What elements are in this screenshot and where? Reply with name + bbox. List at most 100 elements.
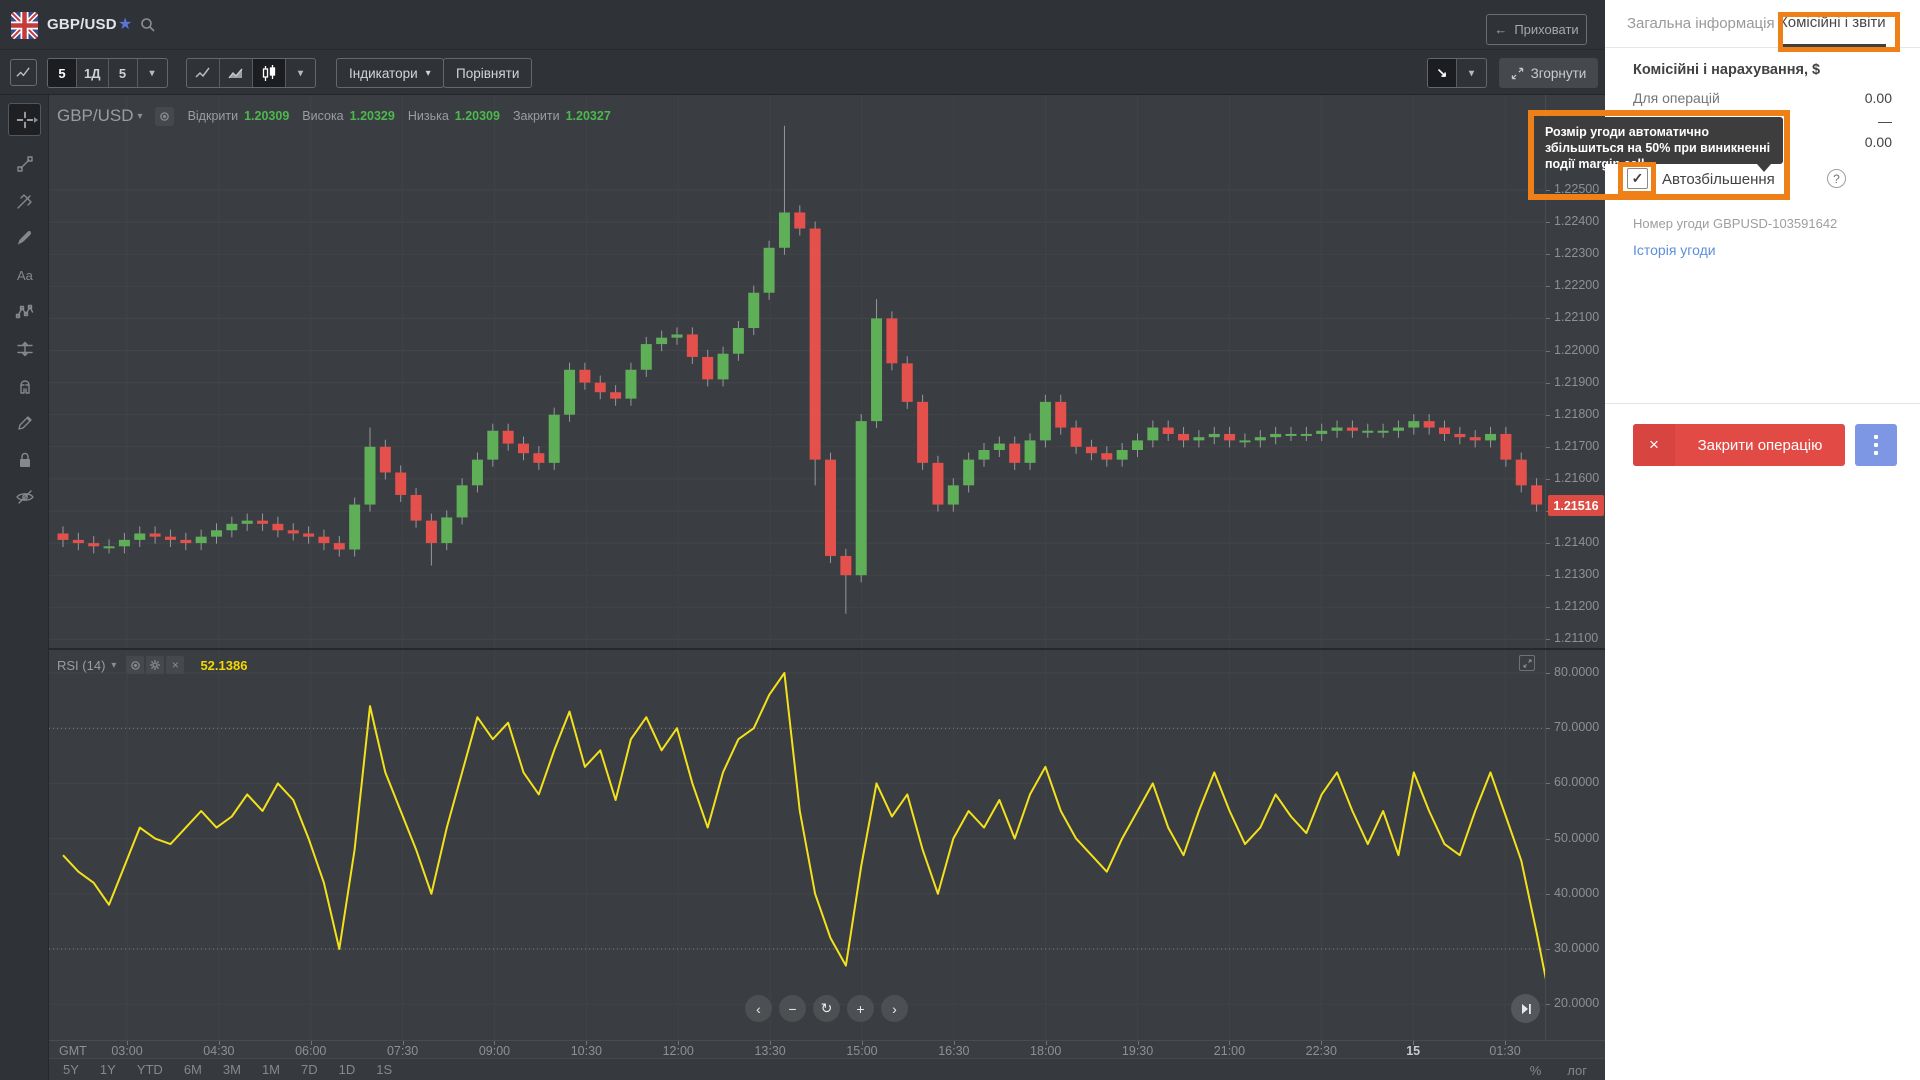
candle-body [1209,434,1220,437]
interval-button-1d[interactable]: 1Д [77,59,109,87]
arrow-se-icon[interactable]: ↘ [1428,59,1457,87]
time-tick-label[interactable]: 03:00 [97,1044,157,1058]
tool-lock-icon[interactable] [11,446,38,473]
range-button-3m[interactable]: 3M [223,1062,241,1077]
pan-left-button[interactable]: ‹ [745,995,772,1022]
scale-button-percent[interactable]: % [1530,1063,1542,1078]
deal-history-link[interactable]: Історія угоди [1633,242,1716,258]
legend-symbol[interactable]: GBP/USD [57,106,134,126]
close-operation-button[interactable]: × Закрити операцію [1633,424,1845,466]
rsi-maximize-icon[interactable] [1519,655,1535,671]
search-icon[interactable] [140,17,156,33]
rsi-close-icon[interactable]: × [166,656,184,674]
visibility-icon[interactable] [155,107,174,126]
chart-legend: GBP/USD ▾ Відкрити 1.20309 Висока 1.2032… [57,106,624,126]
tool-hide-drawings-icon[interactable] [11,483,38,510]
candle-body [610,392,621,398]
candle-body [718,354,729,380]
go-to-realtime-button[interactable] [1511,994,1540,1023]
time-tick-label[interactable]: 10:30 [556,1044,616,1058]
candles-chart-icon[interactable] [253,59,286,87]
more-options-button[interactable] [1855,424,1897,466]
rsi-line [63,673,1545,1010]
interval-button-5[interactable]: 5 [48,59,77,87]
time-tick-label[interactable]: 19:30 [1108,1044,1168,1058]
range-button-ytd[interactable]: YTD [137,1062,163,1077]
time-axis[interactable]: GMT 03:00 04:30 06:00 07:30 09:00 10:30 12:00 1… [49,1040,1605,1058]
pan-right-button[interactable]: › [881,995,908,1022]
chart-type-dropdown[interactable]: ▾ [286,59,315,87]
gbp-flag-icon [11,12,38,39]
compare-button[interactable]: Порівняти [443,58,532,88]
range-button-1y[interactable]: 1Y [100,1062,116,1077]
interval-button-5b[interactable]: 5 [109,59,138,87]
open-value: 1.20309 [244,109,289,123]
collapse-button[interactable]: Згорнути [1499,58,1598,88]
rsi-visibility-icon[interactable] [126,656,144,674]
candle-body [917,402,928,463]
current-price-tag: 1.21516 [1548,495,1604,516]
candle-body [1393,428,1404,431]
time-tick-label[interactable]: 12:00 [648,1044,708,1058]
time-tick-label[interactable]: 06:00 [281,1044,341,1058]
candle-body [119,540,130,546]
chart-style-icon-button[interactable] [10,59,37,86]
tool-brush-icon[interactable] [11,224,38,251]
hide-panel-button[interactable]: ← Приховати [1486,14,1587,45]
tool-trend-line-icon[interactable] [11,150,38,177]
tool-pitchfork-icon[interactable] [11,187,38,214]
tool-text-icon[interactable]: Aa [11,261,38,288]
reset-zoom-button[interactable]: ↻ [813,995,840,1022]
range-button-7d[interactable]: 7D [301,1062,318,1077]
timezone-label[interactable]: GMT [59,1044,87,1058]
candle-body [1470,437,1481,440]
zoom-out-button[interactable]: − [779,995,806,1022]
time-tick-label[interactable]: 07:30 [373,1044,433,1058]
legend-caret-icon[interactable]: ▾ [138,111,143,122]
scale-mode-dropdown[interactable]: ▾ [1457,59,1486,87]
time-tick-label[interactable]: 04:30 [189,1044,249,1058]
candle-body [963,460,974,486]
time-tick-label[interactable]: 15:00 [832,1044,892,1058]
range-button-1d[interactable]: 1D [339,1062,356,1077]
tab-commissions-reports[interactable]: Комісійні і звіти [1779,0,1886,47]
zoom-in-button[interactable]: + [847,995,874,1022]
time-tick-label[interactable]: 15 [1383,1044,1443,1058]
time-tick-label[interactable]: 21:00 [1199,1044,1259,1058]
rsi-axis[interactable]: 80.000070.000060.000050.000040.000030.00… [1545,650,1605,1040]
rsi-tick-label: 50.0000 [1554,831,1599,845]
tool-forecast-icon[interactable] [11,335,38,362]
tool-crosshair-icon[interactable] [8,103,41,136]
range-button-1s[interactable]: 1S [376,1062,392,1077]
time-tick-label[interactable]: 18:00 [1016,1044,1076,1058]
tool-magnet-icon[interactable] [11,372,38,399]
time-tick-label[interactable]: 13:30 [740,1044,800,1058]
range-button-1m[interactable]: 1M [262,1062,280,1077]
candle-body [472,460,483,486]
interval-dropdown[interactable]: ▾ [138,59,167,87]
time-tick-label[interactable]: 09:00 [464,1044,524,1058]
candle-body [334,543,345,549]
time-tick-label[interactable]: 22:30 [1291,1044,1351,1058]
line-chart-icon[interactable] [187,59,220,87]
price-tick-label: 1.21700 [1554,439,1599,453]
range-button-5y[interactable]: 5Y [63,1062,79,1077]
price-axis[interactable]: 1.225001.224001.223001.222001.221001.220… [1545,95,1605,648]
help-icon[interactable]: ? [1827,169,1846,188]
rsi-settings-icon[interactable] [146,656,164,674]
tab-general-info[interactable]: Загальна інформація [1627,0,1775,47]
tool-xabcd-pattern-icon[interactable] [11,298,38,325]
range-button-6m[interactable]: 6M [184,1062,202,1077]
candle-body [595,383,606,393]
rsi-caret-icon[interactable]: ▾ [111,660,116,671]
scale-button-log[interactable]: лог [1567,1063,1587,1078]
rsi-label[interactable]: RSI (14) [57,658,105,673]
time-tick-label[interactable]: 16:30 [924,1044,984,1058]
panel-divider [1605,403,1920,404]
area-chart-icon[interactable] [220,59,253,87]
time-tick-label[interactable]: 01:30 [1475,1044,1535,1058]
indicators-button[interactable]: Індикатори▾ [336,58,444,88]
tool-pencil-icon[interactable] [11,409,38,436]
favorite-star-icon[interactable]: ★ [118,14,132,34]
candle-body [1485,434,1496,440]
